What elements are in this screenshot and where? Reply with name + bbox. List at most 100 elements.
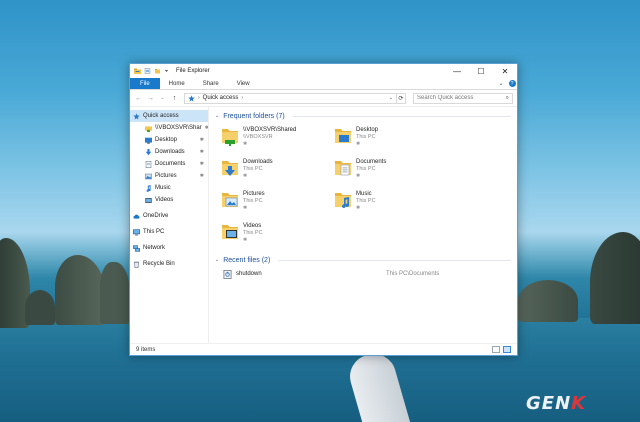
list-item[interactable]: shutdown This PC\Documents bbox=[215, 267, 511, 281]
details-view-button[interactable] bbox=[492, 346, 500, 353]
minimize-button[interactable]: — bbox=[445, 64, 469, 78]
music-folder-icon bbox=[335, 193, 351, 208]
sidebar-item-label: Videos bbox=[155, 197, 174, 203]
recycle-bin-icon bbox=[134, 261, 139, 268]
customize-qat-icon[interactable] bbox=[164, 68, 169, 74]
pictures-folder-icon bbox=[222, 193, 238, 207]
tab-view[interactable]: View bbox=[228, 78, 259, 89]
folder-tile-vboxsvr-shared[interactable]: \\VBOXSVR\Shared \\VBOXSVR ✱ bbox=[221, 123, 334, 155]
view-toggle bbox=[492, 346, 511, 353]
tab-share[interactable]: Share bbox=[194, 78, 228, 89]
script-file-icon bbox=[223, 269, 232, 279]
sidebar-item-onedrive[interactable]: OneDrive bbox=[130, 210, 208, 222]
tab-home[interactable]: Home bbox=[160, 78, 194, 89]
tab-file[interactable]: File bbox=[130, 78, 160, 89]
folder-name: Documents bbox=[356, 159, 387, 165]
frequent-folders-grid: \\VBOXSVR\Shared \\VBOXSVR ✱ Desktop Thi… bbox=[215, 123, 511, 251]
genk-watermark: GENK bbox=[526, 393, 587, 414]
downloads-folder-icon bbox=[145, 148, 152, 155]
recent-locations-button[interactable]: ⌄ bbox=[158, 94, 167, 103]
navigation-pane: Quick access \\VBOXSVR\Shar ✱ Desktop ✱ … bbox=[130, 107, 209, 343]
folder-tile-music[interactable]: Music This PC ✱ bbox=[334, 187, 447, 219]
sidebar-item-network[interactable]: Network bbox=[130, 242, 208, 254]
sidebar-item-videos[interactable]: Videos bbox=[130, 194, 208, 206]
folder-name: Music bbox=[356, 191, 372, 197]
refresh-button[interactable]: ⟳ bbox=[396, 92, 406, 104]
large-icons-view-button[interactable] bbox=[503, 346, 511, 353]
properties-icon[interactable] bbox=[144, 68, 151, 74]
folder-location: This PC bbox=[356, 166, 376, 172]
folder-tile-pictures[interactable]: Pictures This PC ✱ bbox=[221, 187, 334, 219]
maximize-button[interactable]: ☐ bbox=[469, 64, 493, 78]
folder-location: \\VBOXSVR bbox=[243, 134, 273, 140]
onedrive-icon bbox=[133, 214, 140, 219]
recent-file-path: This PC\Documents bbox=[386, 271, 440, 277]
folder-location: This PC bbox=[243, 198, 263, 204]
sidebar-item-quick-access[interactable]: Quick access bbox=[130, 110, 208, 122]
folder-name: Pictures bbox=[243, 191, 265, 197]
pin-icon: ✱ bbox=[243, 205, 248, 211]
sidebar-item-label: Downloads bbox=[155, 149, 185, 155]
rock-island bbox=[518, 280, 578, 322]
title-bar[interactable]: File Explorer — ☐ ✕ bbox=[130, 64, 517, 78]
help-button[interactable]: ? bbox=[507, 78, 517, 89]
folder-tile-downloads[interactable]: Downloads This PC ✱ bbox=[221, 155, 334, 187]
pin-icon: ✱ bbox=[199, 149, 204, 155]
folder-tile-desktop[interactable]: Desktop This PC ✱ bbox=[334, 123, 447, 155]
path-separator[interactable]: › bbox=[241, 95, 243, 101]
pin-icon: ✱ bbox=[199, 161, 204, 167]
pin-icon: ✱ bbox=[356, 141, 361, 147]
computer-icon bbox=[133, 228, 140, 235]
pin-icon: ✱ bbox=[356, 173, 361, 179]
recent-files-header[interactable]: ⌄ Recent files (2) bbox=[215, 253, 511, 267]
folder-tile-documents[interactable]: Documents This PC ✱ bbox=[334, 155, 447, 187]
search-input[interactable] bbox=[417, 95, 501, 101]
sidebar-item-this-pc[interactable]: This PC bbox=[130, 226, 208, 238]
folder-location: This PC bbox=[243, 166, 263, 172]
network-icon bbox=[133, 244, 140, 252]
sidebar-item-recycle-bin[interactable]: Recycle Bin bbox=[130, 258, 208, 270]
sidebar-item-label: Music bbox=[155, 185, 171, 191]
rock-island bbox=[100, 262, 130, 324]
path-separator: › bbox=[198, 95, 200, 101]
videos-folder-icon bbox=[145, 197, 152, 203]
sidebar-item-pictures[interactable]: Pictures ✱ bbox=[130, 170, 208, 182]
close-button[interactable]: ✕ bbox=[493, 64, 517, 78]
folder-location: This PC bbox=[356, 198, 376, 204]
search-icon[interactable]: ⌕ bbox=[506, 95, 509, 102]
videos-folder-icon bbox=[222, 225, 238, 239]
star-icon bbox=[133, 112, 140, 120]
address-bar[interactable]: › Quick access › ⌄ bbox=[184, 92, 397, 104]
sidebar-item-documents[interactable]: Documents ✱ bbox=[130, 158, 208, 170]
downloads-folder-icon bbox=[222, 161, 238, 176]
ribbon-tabs: File Home Share View ⌄ ? bbox=[130, 78, 517, 90]
breadcrumb-quick-access[interactable]: Quick access bbox=[203, 95, 239, 101]
search-box[interactable]: ⌕ bbox=[413, 92, 513, 104]
folder-name: Videos bbox=[243, 223, 262, 229]
collapse-chevron-icon[interactable]: ⌄ bbox=[215, 113, 219, 119]
back-button[interactable]: ← bbox=[134, 94, 143, 103]
folder-tile-videos[interactable]: Videos This PC ✱ bbox=[221, 219, 334, 251]
frequent-folders-header[interactable]: ⌄ Frequent folders (7) bbox=[215, 109, 511, 123]
new-folder-icon[interactable] bbox=[154, 68, 161, 74]
address-dropdown-icon[interactable]: ⌄ bbox=[389, 95, 393, 101]
group-title: Recent files (2) bbox=[223, 256, 271, 264]
rock-island bbox=[25, 290, 55, 325]
rock-island bbox=[590, 232, 640, 324]
pin-icon: ✱ bbox=[356, 205, 361, 211]
folder-name: \\VBOXSVR\Shared bbox=[243, 127, 297, 133]
explorer-body: Quick access \\VBOXSVR\Shar ✱ Desktop ✱ … bbox=[130, 107, 517, 343]
up-button[interactable]: ↑ bbox=[170, 94, 179, 103]
expand-ribbon-icon[interactable]: ⌄ bbox=[495, 78, 507, 89]
status-bar: 9 items bbox=[130, 343, 517, 355]
forward-button[interactable]: → bbox=[146, 94, 155, 103]
collapse-chevron-icon[interactable]: ⌄ bbox=[215, 257, 219, 263]
group-divider bbox=[278, 259, 511, 261]
sidebar-item-music[interactable]: Music bbox=[130, 182, 208, 194]
sidebar-item-vboxsvr[interactable]: \\VBOXSVR\Shar ✱ bbox=[130, 122, 208, 134]
content-pane: ⌄ Frequent folders (7) \\VBOXSVR\Shared … bbox=[209, 107, 517, 343]
sidebar-item-label: Pictures bbox=[155, 173, 177, 179]
sidebar-item-downloads[interactable]: Downloads ✱ bbox=[130, 146, 208, 158]
sidebar-item-desktop[interactable]: Desktop ✱ bbox=[130, 134, 208, 146]
star-icon bbox=[188, 94, 195, 102]
